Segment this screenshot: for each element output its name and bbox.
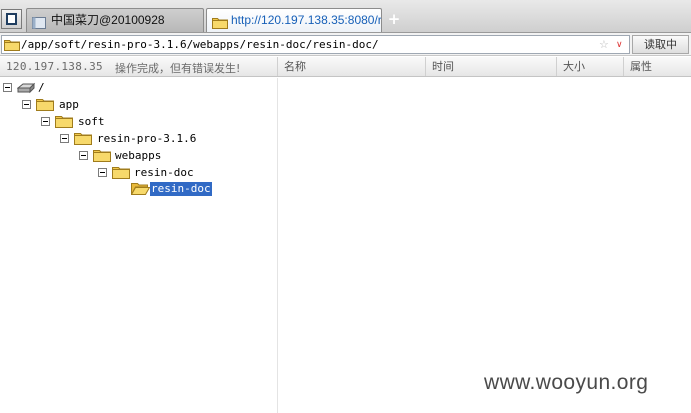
collapse-toggle-icon[interactable]: [79, 151, 88, 160]
open-folder-icon: [130, 181, 151, 198]
tree-node-soft[interactable]: soft: [41, 114, 111, 130]
tab-label: http://120.197.138.35:8080/r...: [231, 13, 382, 27]
collapse-toggle-icon[interactable]: [3, 83, 12, 92]
tab-remote-url[interactable]: http://120.197.138.35:8080/r...: [206, 8, 382, 32]
watermark-text: www.wooyun.org: [484, 371, 649, 394]
folder-icon: [212, 14, 228, 32]
page-icon: [32, 14, 46, 32]
tree-node-label: app: [59, 98, 79, 111]
collapse-toggle-icon[interactable]: [22, 100, 31, 109]
bookmark-star-icon[interactable]: ☆: [599, 37, 609, 52]
column-header-size[interactable]: 大小: [556, 57, 623, 76]
file-list[interactable]: [277, 78, 691, 413]
tree-node-resin-pro[interactable]: resin-pro-3.1.6: [60, 131, 200, 147]
window-menu-button[interactable]: [1, 9, 22, 29]
address-bar: ☆ ∨ 读取中: [0, 33, 691, 56]
tree-node-label: /: [38, 81, 45, 94]
collapse-toggle-icon[interactable]: [41, 117, 50, 126]
collapse-toggle-icon[interactable]: [60, 134, 69, 143]
tree-node-label: resin-doc: [150, 182, 212, 196]
tree-node-label: webapps: [115, 149, 162, 162]
chevron-down-icon[interactable]: ∨: [616, 37, 623, 53]
folder-icon: [112, 165, 130, 182]
drive-icon: [16, 80, 36, 97]
new-tab-button[interactable]: +: [386, 10, 402, 28]
status-message: 操作完成，但有错误发生!: [115, 62, 241, 75]
tree-node-label: resin-doc: [134, 166, 194, 179]
tab-caidao[interactable]: 中国菜刀@20100928: [26, 8, 204, 32]
folder-icon: [93, 148, 111, 165]
folder-icon: [4, 38, 20, 54]
folder-icon: [74, 131, 92, 148]
column-header-attributes[interactable]: 属性: [623, 57, 691, 76]
tree-node-label: resin-pro-3.1.6: [97, 132, 197, 145]
tree-node-root[interactable]: /: [3, 80, 63, 96]
tab-bar: 中国菜刀@20100928 http://120.197.138.35:8080…: [0, 0, 691, 33]
column-header-name[interactable]: 名称: [277, 57, 425, 76]
tree-node-resin-doc-selected[interactable]: resin-doc: [130, 181, 221, 198]
tree-node-label: soft: [78, 115, 105, 128]
window-icon: [6, 13, 17, 25]
tree-node-resin-doc[interactable]: resin-doc: [98, 165, 198, 181]
folder-icon: [55, 114, 73, 131]
collapse-toggle-icon[interactable]: [98, 168, 107, 177]
tree-node-webapps[interactable]: webapps: [79, 148, 179, 164]
column-header-time[interactable]: 时间: [425, 57, 556, 76]
tree-node-app[interactable]: app: [22, 97, 82, 113]
status-ip: 120.197.138.35: [6, 60, 103, 73]
path-field-container: ☆ ∨: [1, 35, 630, 54]
status-header-row: 120.197.138.35 操作完成，但有错误发生! 名称 时间 大小 属性: [0, 57, 691, 77]
directory-tree[interactable]: / app soft resin-pro-3.1.6 webapps resin…: [0, 78, 277, 413]
path-input[interactable]: [21, 37, 591, 52]
read-button[interactable]: 读取中: [632, 35, 689, 54]
folder-icon: [36, 97, 54, 114]
tab-label: 中国菜刀@20100928: [51, 13, 165, 27]
